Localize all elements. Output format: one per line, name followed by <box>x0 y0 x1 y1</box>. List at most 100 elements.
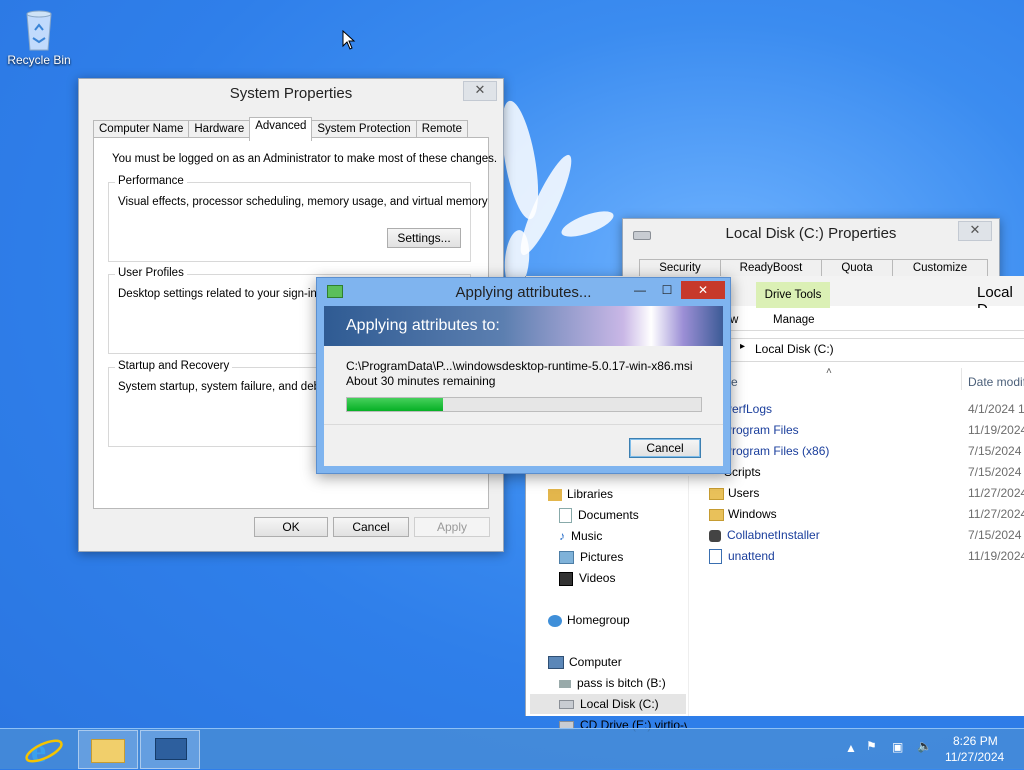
nav-documents[interactable]: Documents <box>559 508 639 524</box>
file-date: 11/27/2024 <box>968 486 1024 500</box>
chevron-right-icon: ▸ <box>740 341 746 352</box>
installer-icon <box>709 529 721 542</box>
close-button[interactable]: ✕ <box>463 81 497 101</box>
file-name: Users <box>728 486 760 500</box>
column-header-date[interactable]: Date modifi <box>968 375 1024 389</box>
xml-file-icon <box>709 549 722 565</box>
network-icon[interactable]: ▣ <box>892 740 903 754</box>
homegroup-icon <box>548 614 562 627</box>
window-title: System Properties <box>229 85 353 102</box>
group-title: User Profiles <box>115 267 187 279</box>
maximize-button[interactable]: ☐ <box>654 281 680 299</box>
group-description: Desktop settings related to your sign-in <box>118 288 317 300</box>
minimize-button[interactable]: — <box>627 281 653 299</box>
window-title: Local Disk (C:) Properties <box>725 225 897 242</box>
list-item[interactable]: CollabnetInstaller <box>709 528 820 542</box>
file-date: 11/19/2024 <box>968 423 1024 437</box>
nav-libraries[interactable]: Libraries <box>548 487 613 501</box>
file-name: CollabnetInstaller <box>727 528 820 542</box>
time-remaining: About 30 minutes remaining <box>346 374 496 388</box>
volume-muted-icon[interactable]: 🔈 <box>917 739 932 753</box>
file-date: 7/15/2024 9 <box>968 465 1024 479</box>
wallpaper-petal <box>558 206 617 242</box>
admin-note: You must be logged on as an Administrato… <box>112 153 498 165</box>
nav-pictures[interactable]: Pictures <box>559 550 624 565</box>
nav-computer[interactable]: Computer <box>548 655 622 670</box>
column-header-name[interactable]: e <box>731 375 738 389</box>
list-item[interactable]: Users <box>709 486 759 500</box>
group-description: Visual effects, processor scheduling, me… <box>118 196 488 208</box>
nav-label: Computer <box>569 655 622 669</box>
tab-advanced[interactable]: Advanced <box>249 117 313 141</box>
folder-icon <box>709 487 724 500</box>
nav-label: pass is bitch (B:) <box>577 676 666 690</box>
folder-icon <box>91 739 125 763</box>
libraries-icon <box>548 488 562 501</box>
file-name: Windows <box>728 507 777 521</box>
nav-label: Pictures <box>580 550 624 564</box>
documents-icon <box>559 508 572 524</box>
computer-icon <box>548 656 564 670</box>
performance-group: Performance Visual effects, processor sc… <box>108 175 488 262</box>
system-taskbar-button[interactable] <box>140 730 200 769</box>
file-path: C:\ProgramData\P...\windowsdesktop-runti… <box>346 359 693 373</box>
ribbon-tab-manage[interactable]: Manage <box>773 314 815 326</box>
action-center-flag-icon[interactable]: ⚑ <box>866 739 877 753</box>
clock-date[interactable]: 11/27/2024 <box>945 750 1004 764</box>
file-name: unattend <box>728 549 775 563</box>
show-hidden-icons-button[interactable]: ▲ <box>845 741 857 755</box>
nav-label: Music <box>571 529 603 543</box>
apply-button[interactable]: Apply <box>414 517 490 537</box>
address-bar[interactable]: ▸ Local Disk (C:) <box>726 338 1024 362</box>
performance-settings-button[interactable]: Settings... <box>387 228 461 248</box>
dialog-banner: Applying attributes to: <box>324 306 723 346</box>
pictures-icon <box>559 551 574 565</box>
ribbon-tab-drive-tools[interactable]: Drive Tools <box>756 282 830 308</box>
recycle-bin-icon <box>19 6 59 51</box>
nav-videos[interactable]: Videos <box>559 571 615 586</box>
ok-button[interactable]: OK <box>254 517 328 537</box>
file-date: 7/15/2024 9 <box>968 528 1024 542</box>
internet-explorer-button[interactable]: e <box>22 731 68 770</box>
system-icon <box>155 738 187 760</box>
cancel-button[interactable]: Cancel <box>629 438 701 458</box>
close-button[interactable]: ✕ <box>681 281 725 299</box>
dialog-body: Applying attributes to: C:\ProgramData\P… <box>324 306 723 466</box>
network-drive-icon <box>559 679 571 688</box>
nav-label: Videos <box>579 571 616 585</box>
music-icon: ♪ <box>559 529 565 543</box>
videos-icon <box>559 571 573 586</box>
progress-bar <box>346 397 702 412</box>
nav-label: Homegroup <box>567 613 630 627</box>
nav-homegroup[interactable]: Homegroup <box>548 613 630 627</box>
navigation-pane: Libraries Documents ♪ Music Pictures Vide… <box>526 476 689 716</box>
file-date: 11/27/2024 <box>968 507 1024 521</box>
divider <box>324 424 723 425</box>
cancel-button[interactable]: Cancel <box>333 517 409 537</box>
ribbon-tab-view[interactable]: w <box>730 314 738 326</box>
recycle-bin[interactable]: Recycle Bin <box>4 6 74 67</box>
group-title: Startup and Recovery <box>115 360 233 372</box>
internet-explorer-icon: e <box>25 733 63 770</box>
file-explorer-taskbar-button[interactable] <box>78 730 138 769</box>
progress-fill <box>347 398 443 411</box>
file-date: 11/19/2024 <box>968 549 1024 563</box>
recycle-bin-label: Recycle Bin <box>7 53 71 67</box>
drive-icon <box>559 700 574 710</box>
clock-time[interactable]: 8:26 PM <box>953 734 998 748</box>
close-button[interactable]: ✕ <box>958 221 992 241</box>
address-text: Local Disk (C:) <box>755 342 834 356</box>
nav-drive-c[interactable]: Local Disk (C:) <box>559 697 659 711</box>
file-date: 7/15/2024 9 <box>968 444 1024 458</box>
list-item[interactable]: Windows <box>709 507 777 521</box>
nav-drive-b[interactable]: pass is bitch (B:) <box>559 676 666 690</box>
nav-label: Local Disk (C:) <box>580 697 659 711</box>
banner-heading: Applying attributes to: <box>346 317 500 334</box>
nav-label: Documents <box>578 508 639 522</box>
nav-label: Libraries <box>567 487 614 501</box>
list-item[interactable]: unattend <box>709 549 775 565</box>
applying-attributes-dialog: Applying attributes... — ☐ ✕ Applying at… <box>316 277 731 474</box>
folder-icon <box>709 508 724 521</box>
nav-music[interactable]: ♪ Music <box>559 529 602 543</box>
group-title: Performance <box>115 175 187 187</box>
